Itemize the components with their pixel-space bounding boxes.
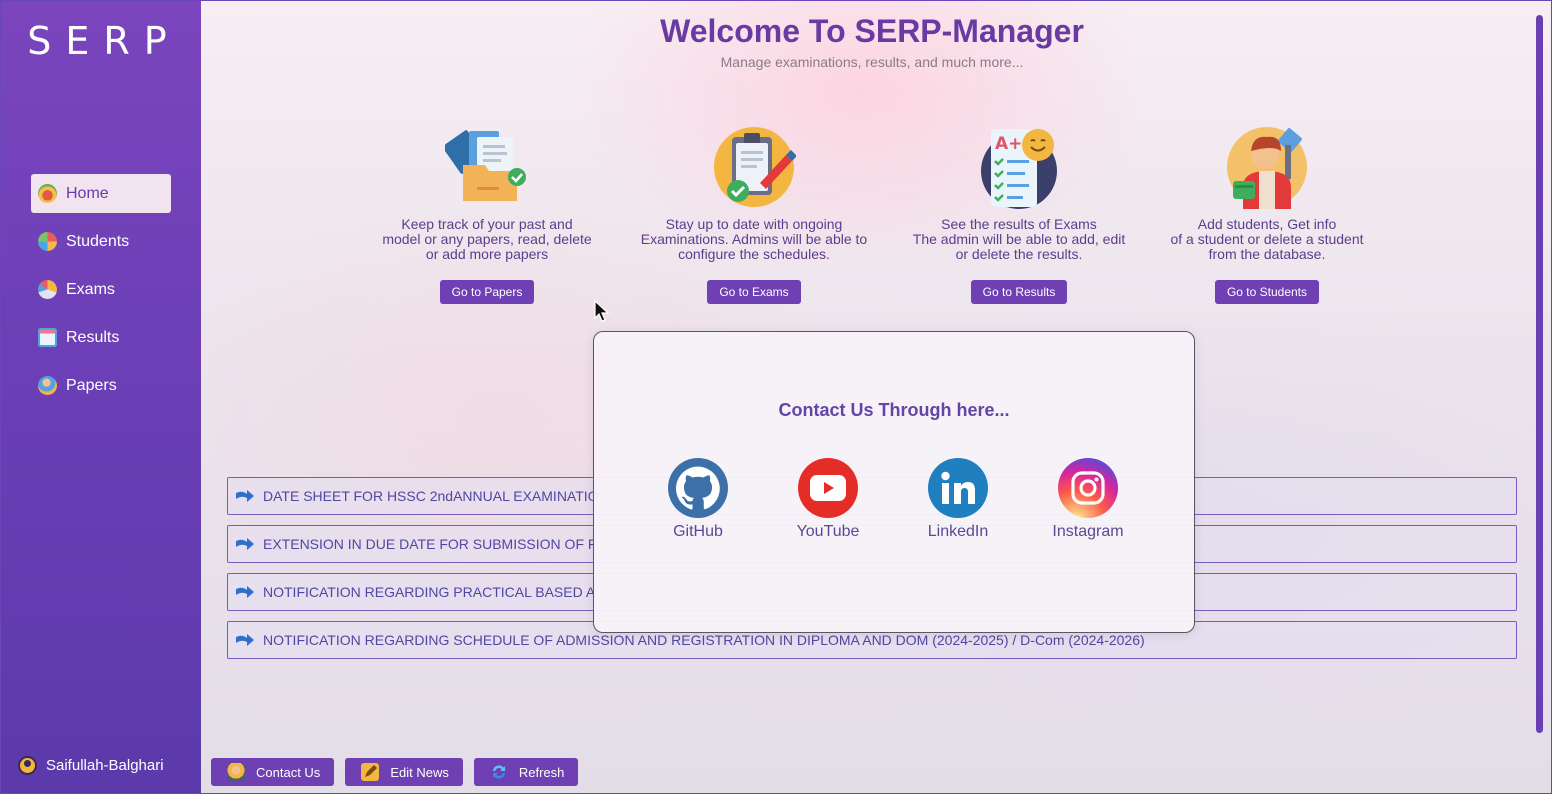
refresh-button[interactable]: Refresh bbox=[473, 758, 579, 786]
home-icon bbox=[38, 184, 57, 203]
news-item-title: DATE SHEET FOR HSSC 2ndANNUAL EXAMINATIO bbox=[263, 488, 599, 504]
go-to-exams-button[interactable]: Go to Exams bbox=[707, 280, 801, 304]
github-label: GitHub bbox=[673, 523, 723, 540]
students-card: Add students, Get info of a student or d… bbox=[1142, 125, 1392, 304]
papers-card-text: Keep track of your past and model or any… bbox=[382, 216, 592, 262]
scrollbar[interactable] bbox=[1536, 15, 1543, 733]
sidebar-item-label: Exams bbox=[66, 280, 115, 298]
youtube-label: YouTube bbox=[796, 523, 860, 540]
news-item-title: EXTENSION IN DUE DATE FOR SUBMISSION OF … bbox=[263, 536, 597, 552]
bottom-toolbar: Contact Us Edit News Refresh bbox=[211, 758, 589, 786]
go-to-papers-button[interactable]: Go to Papers bbox=[439, 280, 535, 304]
instagram-icon bbox=[1058, 458, 1118, 518]
news-item-title: NOTIFICATION REGARDING PRACTICAL BASED A bbox=[263, 584, 596, 600]
sidebar-item-home[interactable]: Home bbox=[31, 174, 171, 213]
refresh-icon bbox=[490, 763, 508, 781]
app-window: SERP Home Students Exams Results Papers bbox=[0, 0, 1552, 794]
instagram-label: Instagram bbox=[1052, 523, 1124, 540]
exams-card: Stay up to date with ongoing Examination… bbox=[629, 125, 879, 304]
contact-us-label: Contact Us bbox=[256, 764, 321, 780]
contact-modal: Contact Us Through here... GitHub YouTub… bbox=[593, 331, 1195, 633]
students-card-text: Add students, Get info of a student or d… bbox=[1170, 216, 1364, 262]
sidebar: SERP Home Students Exams Results Papers bbox=[1, 1, 201, 793]
youtube-link[interactable]: YouTube bbox=[778, 458, 878, 541]
github-icon bbox=[668, 458, 728, 518]
user-profile[interactable]: Saifullah-Balghari bbox=[18, 756, 164, 775]
go-to-students-button[interactable]: Go to Students bbox=[1214, 280, 1320, 304]
user-avatar-icon bbox=[18, 756, 37, 775]
contact-us-button[interactable]: Contact Us bbox=[211, 758, 335, 786]
mouse-pointer-icon bbox=[594, 300, 610, 322]
sidebar-item-label: Home bbox=[66, 184, 109, 202]
page-title: Welcome To SERP-Manager bbox=[660, 13, 1084, 49]
sidebar-item-label: Students bbox=[66, 232, 130, 250]
edit-icon bbox=[361, 763, 380, 781]
page-subtitle: Manage examinations, results, and much m… bbox=[720, 54, 1024, 70]
arrow-right-icon bbox=[236, 490, 254, 502]
papers-folder-icon bbox=[442, 125, 529, 209]
app-logo: SERP bbox=[27, 19, 181, 63]
arrow-right-icon bbox=[236, 634, 254, 646]
papers-card: Keep track of your past and model or any… bbox=[362, 125, 612, 304]
youtube-icon bbox=[798, 458, 858, 518]
students-person-icon bbox=[1225, 125, 1309, 209]
sidebar-item-students[interactable]: Students bbox=[31, 222, 171, 261]
edit-news-button[interactable]: Edit News bbox=[345, 758, 463, 786]
linkedin-label: LinkedIn bbox=[927, 523, 989, 540]
sidebar-item-label: Results bbox=[66, 328, 120, 346]
exams-icon bbox=[38, 280, 57, 299]
arrow-right-icon bbox=[236, 586, 254, 598]
sidebar-item-results[interactable]: Results bbox=[31, 318, 171, 357]
exams-clipboard-icon bbox=[712, 125, 797, 209]
refresh-label: Refresh bbox=[518, 764, 565, 780]
students-icon bbox=[38, 232, 57, 251]
github-link[interactable]: GitHub bbox=[648, 458, 748, 541]
papers-icon bbox=[38, 376, 57, 395]
contact-icon bbox=[227, 763, 245, 781]
sidebar-item-exams[interactable]: Exams bbox=[31, 270, 171, 309]
sidebar-nav: Home Students Exams Results Papers bbox=[31, 174, 171, 414]
arrow-right-icon bbox=[236, 538, 254, 550]
sidebar-item-papers[interactable]: Papers bbox=[31, 366, 171, 405]
results-card-text: See the results of Exams The admin will … bbox=[912, 216, 1126, 262]
sidebar-item-label: Papers bbox=[66, 376, 117, 394]
modal-title: Contact Us Through here... bbox=[778, 400, 1010, 420]
results-card: A+ See the results of Exams The admin wi… bbox=[894, 125, 1144, 304]
instagram-link[interactable]: Instagram bbox=[1038, 458, 1138, 541]
edit-news-label: Edit News bbox=[390, 764, 449, 780]
exams-card-text: Stay up to date with ongoing Examination… bbox=[640, 216, 868, 262]
news-item-title: NOTIFICATION REGARDING SCHEDULE OF ADMIS… bbox=[263, 632, 1145, 648]
go-to-results-button[interactable]: Go to Results bbox=[970, 280, 1068, 304]
svg-text:A+: A+ bbox=[995, 134, 1022, 154]
linkedin-icon bbox=[928, 458, 988, 518]
results-sheet-icon: A+ bbox=[977, 125, 1061, 209]
results-icon bbox=[38, 328, 57, 347]
linkedin-link[interactable]: LinkedIn bbox=[908, 458, 1008, 541]
user-name: Saifullah-Balghari bbox=[46, 757, 164, 774]
